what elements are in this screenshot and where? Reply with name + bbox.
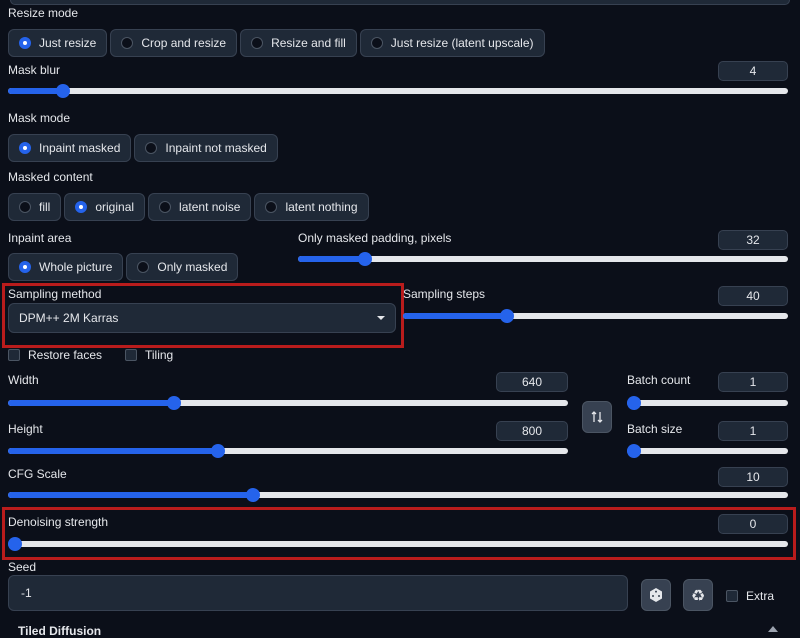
mask-mode-option-inpaint-masked[interactable]: Inpaint masked: [8, 134, 132, 162]
resize-mode-option-latent-upscale[interactable]: Just resize (latent upscale): [359, 29, 545, 57]
cfg-scale-slider[interactable]: [8, 487, 788, 503]
batch-count-slider[interactable]: [627, 395, 788, 411]
recycle-icon: ♻: [690, 585, 706, 605]
batch-count-label: Batch count: [627, 373, 691, 387]
radio-unselected-icon: [19, 201, 31, 213]
batch-size-slider[interactable]: [627, 443, 788, 459]
restore-faces-checkbox[interactable]: Restore faces: [8, 348, 102, 362]
reuse-seed-button[interactable]: ♻: [683, 579, 713, 611]
swap-dimensions-button[interactable]: [582, 401, 612, 433]
checkbox-icon: [8, 349, 20, 361]
width-label: Width: [8, 373, 39, 387]
top-panel-edge: [10, 0, 790, 5]
only-masked-padding-number-input[interactable]: 32: [718, 230, 788, 250]
mask-blur-label: Mask blur: [8, 63, 61, 77]
slider-thumb[interactable]: [357, 252, 372, 266]
tiling-checkbox[interactable]: Tiling: [125, 348, 173, 362]
slider-thumb[interactable]: [8, 537, 22, 551]
sampling-method-label: Sampling method: [8, 287, 102, 301]
sampling-method-value: DPM++ 2M Karras: [19, 311, 119, 325]
extra-seed-checkbox[interactable]: Extra: [726, 589, 774, 603]
height-slider[interactable]: [8, 443, 568, 459]
mask-mode-option-inpaint-not-masked[interactable]: Inpaint not masked: [134, 134, 278, 162]
swap-vertical-icon: [591, 411, 603, 423]
slider-fill: [8, 492, 253, 498]
seed-value: -1: [21, 586, 32, 600]
seed-input[interactable]: -1: [8, 575, 628, 611]
masked-content-option-fill[interactable]: fill: [8, 193, 62, 221]
radio-unselected-icon: [145, 142, 158, 154]
slider-fill: [8, 88, 63, 94]
resize-mode-label: Resize mode: [8, 6, 79, 20]
radio-unselected-icon: [251, 37, 264, 49]
radio-selected-icon: [19, 142, 31, 154]
height-label: Height: [8, 422, 43, 436]
collapse-caret-icon[interactable]: [768, 626, 778, 632]
random-seed-button[interactable]: [641, 579, 671, 611]
slider-thumb[interactable]: [210, 444, 225, 458]
slider-fill: [298, 256, 365, 262]
denoising-strength-label: Denoising strength: [8, 515, 109, 529]
inpaint-area-option-whole-picture[interactable]: Whole picture: [8, 253, 124, 281]
masked-content-option-original[interactable]: original: [64, 193, 146, 221]
denoising-strength-slider[interactable]: [8, 536, 788, 552]
radio-unselected-icon: [265, 201, 278, 213]
resize-mode-option-just-resize[interactable]: Just resize: [8, 29, 108, 57]
only-masked-padding-label: Only masked padding, pixels: [298, 231, 452, 245]
inpaint-area-label: Inpaint area: [8, 231, 72, 245]
sampling-steps-number-input[interactable]: 40: [718, 286, 788, 306]
inpaint-area-option-only-masked[interactable]: Only masked: [126, 253, 239, 281]
chevron-down-icon: [377, 316, 385, 320]
radio-unselected-icon: [370, 37, 383, 49]
checkbox-icon: [125, 349, 137, 361]
dice-icon: [650, 588, 662, 602]
width-slider[interactable]: [8, 395, 568, 411]
slider-thumb[interactable]: [627, 444, 641, 458]
batch-size-label: Batch size: [627, 422, 683, 436]
inpaint-area-radio-group: Whole picture Only masked: [8, 253, 239, 281]
radio-selected-icon: [75, 201, 88, 213]
sampling-steps-label: Sampling steps: [403, 287, 486, 301]
masked-content-label: Masked content: [8, 170, 93, 184]
cfg-scale-number-input[interactable]: 10: [718, 467, 788, 487]
radio-unselected-icon: [137, 261, 150, 273]
masked-content-option-latent-noise[interactable]: latent noise: [148, 193, 252, 221]
masked-content-radio-group: fill original latent noise latent nothin…: [8, 193, 369, 221]
resize-mode-radio-group: Just resize Crop and resize Resize and f…: [8, 29, 545, 57]
only-masked-padding-slider[interactable]: [298, 251, 788, 267]
radio-selected-icon: [19, 261, 31, 273]
radio-unselected-icon: [159, 201, 172, 213]
slider-fill: [8, 448, 218, 454]
sampling-steps-slider[interactable]: [403, 308, 788, 324]
tiled-diffusion-section-header[interactable]: Tiled Diffusion: [18, 624, 101, 638]
masked-content-option-latent-nothing[interactable]: latent nothing: [254, 193, 369, 221]
slider-fill: [403, 313, 508, 319]
batch-count-number-input[interactable]: 1: [718, 372, 788, 392]
mask-blur-slider[interactable]: [8, 83, 788, 99]
denoising-strength-highlight-box: [2, 507, 796, 560]
slider-thumb[interactable]: [55, 84, 70, 98]
batch-size-number-input[interactable]: 1: [718, 421, 788, 441]
seed-label: Seed: [8, 560, 37, 574]
width-number-input[interactable]: 640: [496, 372, 568, 392]
resize-mode-option-crop-and-resize[interactable]: Crop and resize: [110, 29, 238, 57]
checkbox-icon: [726, 590, 738, 602]
mask-mode-label: Mask mode: [8, 111, 71, 125]
radio-selected-icon: [19, 37, 31, 49]
radio-unselected-icon: [121, 37, 134, 49]
denoising-strength-number-input[interactable]: 0: [718, 514, 788, 534]
resize-mode-option-resize-and-fill[interactable]: Resize and fill: [240, 29, 357, 57]
mask-blur-number-input[interactable]: 4: [718, 61, 788, 81]
height-number-input[interactable]: 800: [496, 421, 568, 441]
mask-mode-radio-group: Inpaint masked Inpaint not masked: [8, 134, 278, 162]
slider-thumb[interactable]: [500, 309, 515, 323]
cfg-scale-label: CFG Scale: [8, 467, 67, 481]
slider-thumb[interactable]: [627, 396, 641, 410]
slider-fill: [8, 400, 174, 406]
slider-thumb[interactable]: [166, 396, 181, 410]
sampling-method-dropdown[interactable]: DPM++ 2M Karras: [8, 303, 396, 333]
slider-thumb[interactable]: [245, 488, 260, 502]
